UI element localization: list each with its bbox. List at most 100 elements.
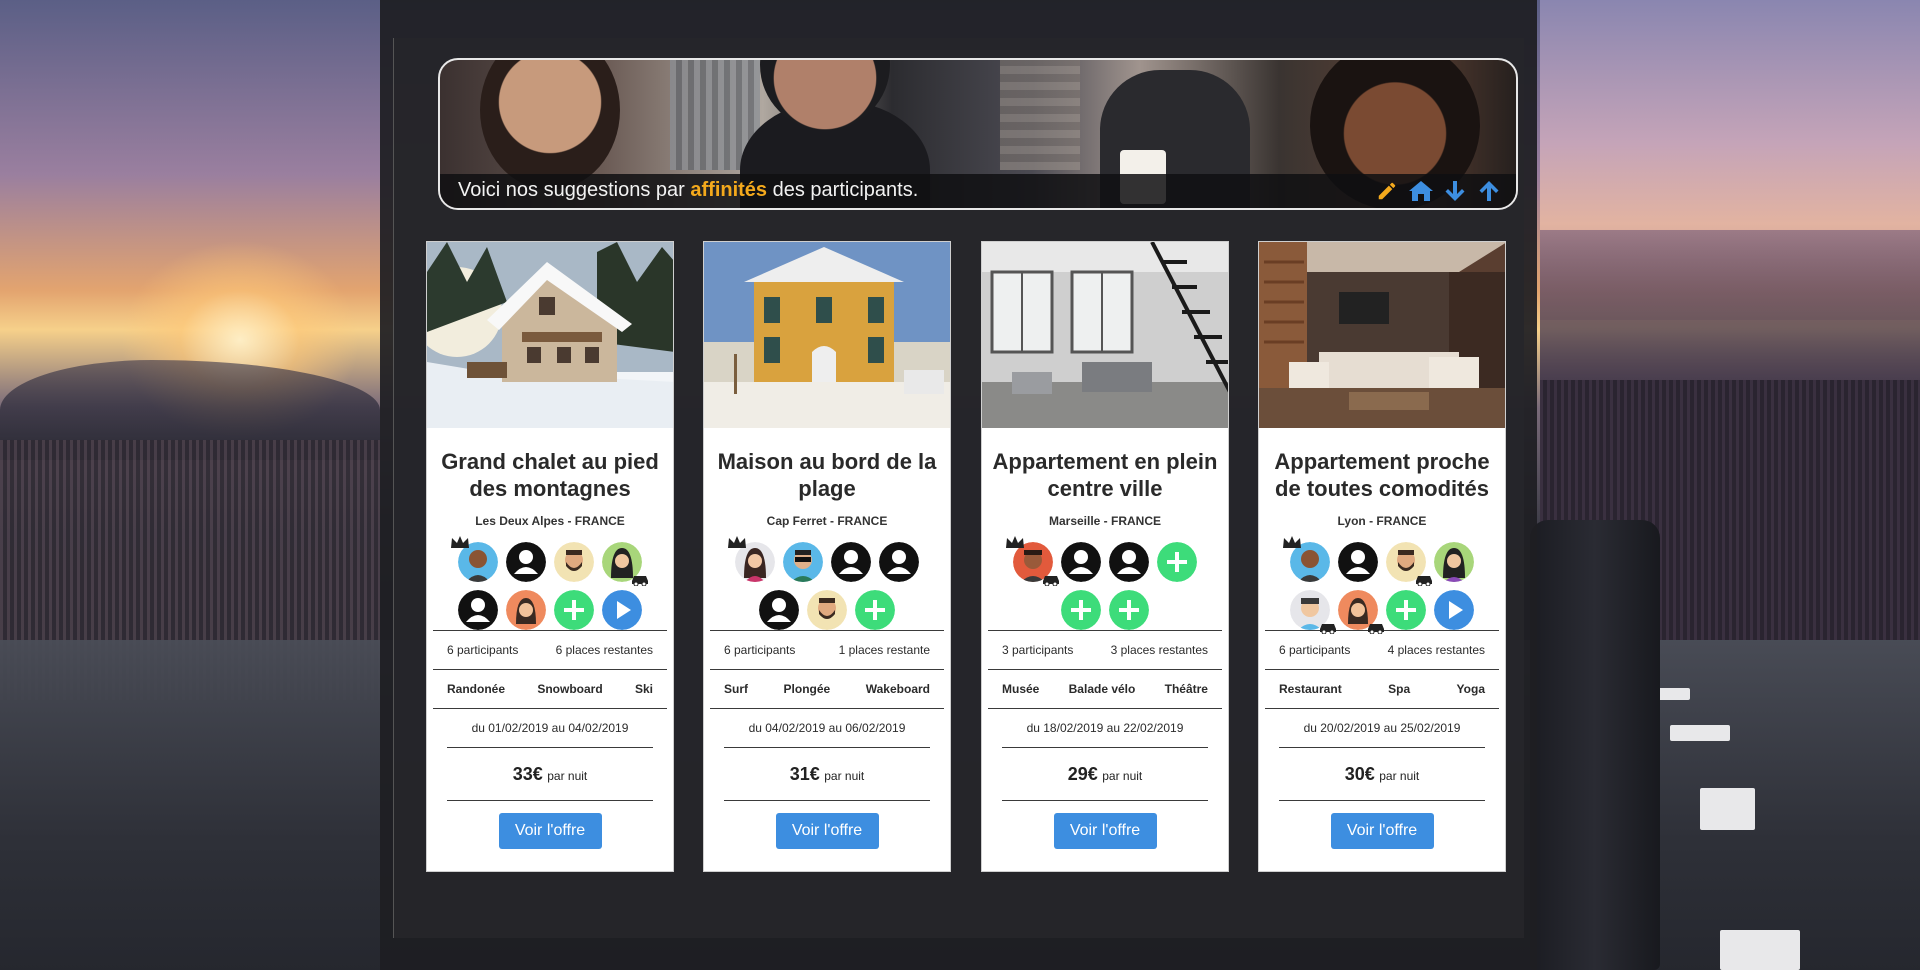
activity-tag: Yoga — [1456, 682, 1485, 696]
crown-icon — [1006, 536, 1024, 548]
background-trees-right — [1540, 230, 1920, 390]
view-offer-button[interactable]: Voir l'offre — [775, 813, 879, 849]
add-participant-button[interactable] — [1386, 590, 1426, 630]
add-participant-button[interactable] — [1157, 542, 1197, 582]
participant-avatar[interactable] — [1109, 542, 1149, 582]
participant-avatar[interactable] — [1061, 542, 1101, 582]
places-remaining: 3 places restantes — [1110, 643, 1208, 657]
offer-title: Appartement proche de toutes comodités — [1274, 449, 1490, 501]
home-icon[interactable] — [1408, 178, 1434, 204]
offer-location: Lyon - FRANCE — [1337, 514, 1427, 528]
activities-row: Randonée Snowboard Ski — [427, 670, 673, 708]
offer-title: Grand chalet au pied des montagnes — [441, 449, 659, 501]
activity-tag: Balade vélo — [1068, 682, 1136, 696]
price-value: 31€ — [789, 764, 820, 784]
offer-location: Cap Ferret - FRANCE — [766, 514, 888, 528]
participant-avatar[interactable] — [506, 542, 546, 582]
offer-price: 33€ par nuit — [427, 748, 673, 800]
add-participant-button[interactable] — [855, 590, 895, 630]
capacity-row: 6 participants 1 places restante — [704, 631, 950, 669]
offer-price: 31€ par nuit — [704, 748, 950, 800]
lyon-apartment-photo — [1259, 242, 1505, 428]
offer-title: Maison au bord de la plage — [717, 449, 937, 501]
activities-row: Restaurant Spa Yoga — [1259, 670, 1505, 708]
price-value: 29€ — [1067, 764, 1098, 784]
offer-dates: du 20/02/2019 au 25/02/2019 — [1303, 721, 1461, 735]
participants-count: 6 participants — [724, 643, 796, 657]
banner-person — [480, 60, 620, 190]
offer-title: Appartement en plein centre ville — [992, 449, 1218, 501]
offer-card: Grand chalet au pied des montagnes Les D… — [426, 241, 674, 872]
car-icon — [632, 576, 648, 586]
activity-tag: Snowboard — [537, 682, 603, 696]
participant-avatar[interactable] — [506, 590, 546, 630]
banner-caption: Voici nos suggestions par affinités des … — [458, 179, 918, 202]
chalet-photo — [427, 242, 673, 428]
activity-tag: Wakeboard — [865, 682, 930, 696]
offer-dates: du 04/02/2019 au 06/02/2019 — [748, 721, 906, 735]
participants-avatars — [1282, 536, 1482, 634]
content-panel: Voici nos suggestions par affinités des … — [393, 38, 1524, 938]
divider — [1279, 800, 1485, 801]
offer-location: Les Deux Alpes - FRANCE — [475, 514, 625, 528]
participants-count: 6 participants — [1279, 643, 1351, 657]
crown-icon — [1283, 536, 1301, 548]
background-suitcase — [1530, 520, 1660, 970]
participants-avatars — [727, 536, 927, 630]
participant-avatar[interactable] — [458, 590, 498, 630]
offer-card: Appartement en plein centre ville Marsei… — [981, 241, 1229, 872]
places-remaining: 1 places restante — [838, 643, 930, 657]
participant-avatar[interactable] — [1338, 542, 1378, 582]
offer-card: Maison au bord de la plage Cap Ferret - … — [703, 241, 951, 872]
add-participant-button[interactable] — [1061, 590, 1101, 630]
crown-icon — [451, 536, 469, 548]
participant-avatar[interactable] — [1006, 536, 1059, 586]
pencil-icon[interactable] — [1374, 178, 1400, 204]
offer-price: 29€ par nuit — [982, 748, 1228, 800]
view-offer-button[interactable]: Voir l'offre — [498, 813, 602, 849]
participant-avatar[interactable] — [807, 590, 847, 630]
price-unit: par nuit — [1102, 769, 1143, 783]
banner-photo-detail — [1000, 60, 1080, 170]
participants-avatars — [450, 536, 650, 630]
offer-dates: du 01/02/2019 au 04/02/2019 — [471, 721, 629, 735]
capacity-row: 3 participants 3 places restantes — [982, 631, 1228, 669]
capacity-row: 6 participants 6 places restantes — [427, 631, 673, 669]
beach-house-photo — [704, 242, 950, 428]
more-participants-button[interactable] — [602, 590, 642, 630]
more-participants-button[interactable] — [1434, 590, 1474, 630]
activity-tag: Restaurant — [1279, 682, 1342, 696]
crown-icon — [728, 536, 746, 548]
participant-avatar[interactable] — [1386, 542, 1432, 586]
participant-avatar[interactable] — [602, 542, 648, 586]
capacity-row: 6 participants 4 places restantes — [1259, 631, 1505, 669]
add-participant-button[interactable] — [1109, 590, 1149, 630]
price-unit: par nuit — [547, 769, 588, 783]
activity-tag: Musée — [1002, 682, 1040, 696]
participant-avatar[interactable] — [759, 590, 799, 630]
participant-avatar[interactable] — [1283, 536, 1330, 582]
participant-avatar[interactable] — [831, 542, 871, 582]
view-offer-button[interactable]: Voir l'offre — [1330, 813, 1434, 849]
activity-tag: Surf — [724, 682, 748, 696]
participant-avatar[interactable] — [728, 536, 775, 582]
price-unit: par nuit — [1379, 769, 1420, 783]
banner-caption-highlight: affinités — [690, 179, 768, 201]
arrow-down-icon[interactable] — [1442, 178, 1468, 204]
participant-avatar[interactable] — [1338, 590, 1384, 634]
participant-avatar[interactable] — [451, 536, 498, 582]
car-icon — [1416, 576, 1432, 586]
participant-avatar[interactable] — [1290, 590, 1336, 634]
participant-avatar[interactable] — [1434, 542, 1474, 582]
participant-avatar[interactable] — [554, 542, 594, 582]
arrow-up-icon[interactable] — [1476, 178, 1502, 204]
participant-avatar[interactable] — [879, 542, 919, 582]
view-offer-button[interactable]: Voir l'offre — [1053, 813, 1157, 849]
activity-tag: Ski — [634, 682, 653, 696]
road-marking — [1700, 788, 1755, 830]
participant-avatar[interactable] — [783, 542, 823, 582]
price-value: 33€ — [512, 764, 543, 784]
add-participant-button[interactable] — [554, 590, 594, 630]
activities-row: Surf Plongée Wakeboard — [704, 670, 950, 708]
banner-actions — [1374, 178, 1502, 204]
